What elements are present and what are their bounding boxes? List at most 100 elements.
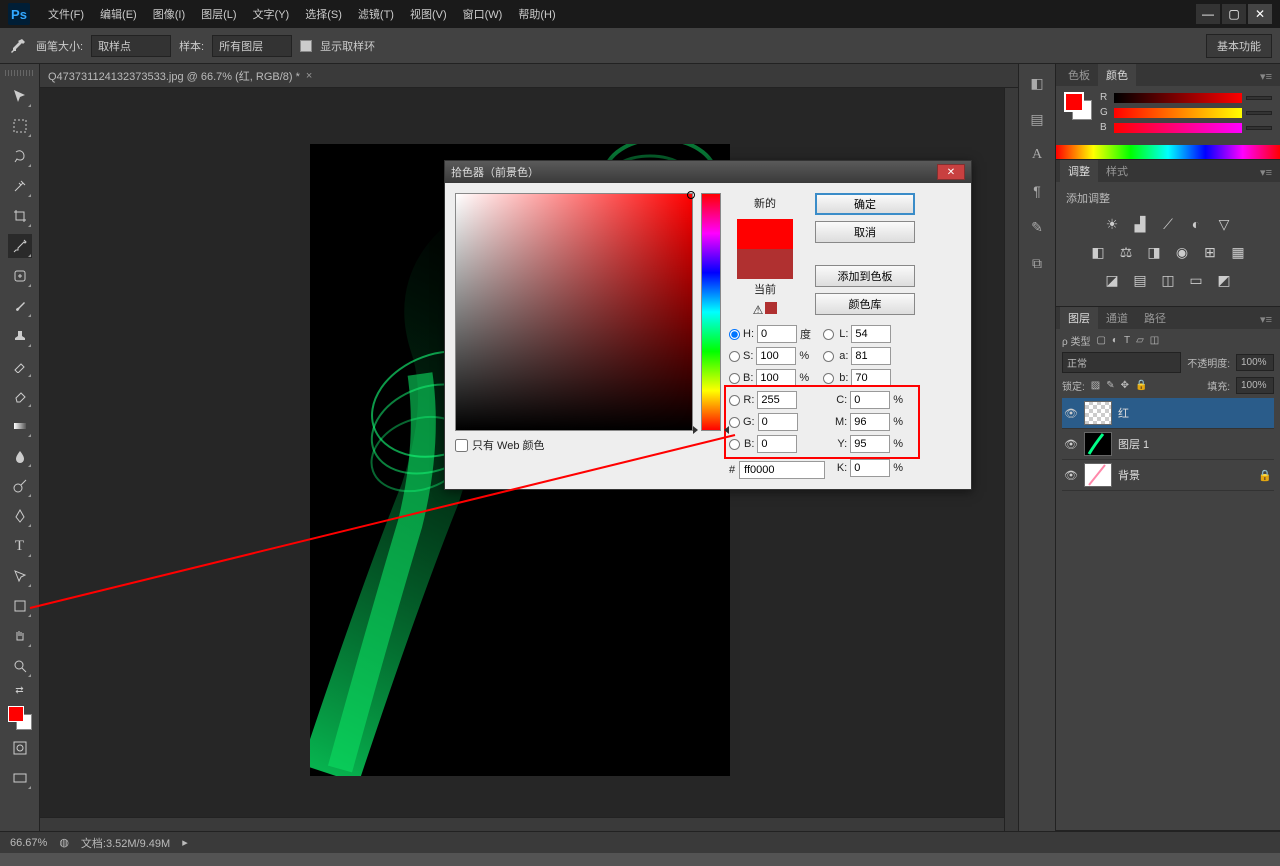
panel-menu-icon[interactable]: ▾≡ (1256, 310, 1276, 329)
panel-foreground[interactable] (1064, 92, 1084, 112)
gamut-warning-icon[interactable]: ⚠ (753, 303, 764, 317)
status-globe-icon[interactable]: ◍ (59, 836, 69, 849)
r-input[interactable] (757, 391, 797, 409)
layers-tab[interactable]: 图层 (1060, 307, 1098, 329)
visibility-icon[interactable]: 👁 (1064, 407, 1078, 420)
layer-name[interactable]: 图层 1 (1118, 436, 1149, 452)
l-input[interactable] (851, 325, 891, 343)
color-swatches[interactable] (8, 706, 32, 730)
lock-trans-icon[interactable]: ▨ (1091, 380, 1100, 391)
document-tab[interactable]: Q473731124132373533.jpg @ 66.7% (红, RGB/… (40, 64, 1018, 88)
opacity-value[interactable]: 100% (1236, 354, 1274, 371)
ok-button[interactable]: 确定 (815, 193, 915, 215)
b-value[interactable] (1246, 126, 1272, 130)
gamut-swatch[interactable] (765, 302, 777, 314)
crop-tool[interactable] (8, 204, 32, 228)
color-library-button[interactable]: 颜色库 (815, 293, 915, 315)
g-slider[interactable] (1114, 108, 1242, 118)
eraser-tool[interactable] (8, 384, 32, 408)
filter-shape-icon[interactable]: ▱ (1136, 335, 1144, 346)
clone-panel-icon[interactable]: ⧉ (1026, 252, 1048, 274)
pen-tool[interactable] (8, 504, 32, 528)
workspace-button[interactable]: 基本功能 (1206, 34, 1272, 58)
brush-size-select[interactable]: 取样点 (91, 35, 171, 57)
k-input[interactable] (850, 459, 890, 477)
paragraph-panel-icon[interactable]: ¶ (1026, 180, 1048, 202)
blend-mode-select[interactable]: 正常 (1062, 352, 1181, 373)
lasso-tool[interactable] (8, 144, 32, 168)
bc-radio[interactable] (729, 439, 740, 450)
g-input[interactable] (758, 413, 798, 431)
status-arrow-icon[interactable]: ▸ (182, 836, 188, 849)
close-button[interactable]: ✕ (1248, 4, 1272, 24)
visibility-icon[interactable]: 👁 (1064, 438, 1078, 451)
layer-row[interactable]: 👁 图层 1 (1062, 429, 1274, 460)
bv-radio[interactable] (729, 373, 740, 384)
menu-file[interactable]: 文件(F) (42, 4, 90, 24)
menu-layer[interactable]: 图层(L) (195, 4, 242, 24)
paths-tab[interactable]: 路径 (1136, 307, 1174, 329)
cancel-button[interactable]: 取消 (815, 221, 915, 243)
history-panel-icon[interactable]: ◧ (1026, 72, 1048, 94)
menu-edit[interactable]: 编辑(E) (94, 4, 143, 24)
filter-adjust-icon[interactable]: ◐ (1112, 335, 1118, 346)
actions-panel-icon[interactable]: ▤ (1026, 108, 1048, 130)
menu-image[interactable]: 图像(I) (147, 4, 191, 24)
blur-tool[interactable] (8, 444, 32, 468)
maximize-button[interactable]: ▢ (1222, 4, 1246, 24)
lookup-icon[interactable]: ▦ (1228, 242, 1248, 262)
menu-view[interactable]: 视图(V) (404, 4, 453, 24)
path-select-tool[interactable] (8, 564, 32, 588)
hue-icon[interactable]: ◧ (1088, 242, 1108, 262)
layer-row[interactable]: 👁 红 (1062, 398, 1274, 429)
layer-name[interactable]: 红 (1118, 405, 1129, 421)
doc-info[interactable]: 文档:3.52M/9.49M (81, 835, 170, 851)
r-slider[interactable] (1114, 93, 1242, 103)
hex-input[interactable] (739, 461, 825, 479)
lock-paint-icon[interactable]: ✎ (1106, 380, 1114, 391)
filter-pixel-icon[interactable]: ▢ (1096, 335, 1105, 346)
minimize-button[interactable]: — (1196, 4, 1220, 24)
add-swatch-button[interactable]: 添加到色板 (815, 265, 915, 287)
visibility-icon[interactable]: 👁 (1064, 469, 1078, 482)
g-value[interactable] (1246, 111, 1272, 115)
fill-value[interactable]: 100% (1236, 377, 1274, 394)
swap-colors-icon[interactable]: ⇄ (8, 684, 32, 696)
y-input[interactable] (850, 435, 890, 453)
levels-icon[interactable]: ▟ (1130, 214, 1150, 234)
show-ring-checkbox[interactable]: ✓ (300, 40, 312, 52)
c-input[interactable] (850, 391, 890, 409)
history-brush-tool[interactable] (8, 354, 32, 378)
layer-name[interactable]: 背景 (1118, 467, 1140, 483)
panel-menu-icon[interactable]: ▾≡ (1256, 163, 1276, 182)
menu-filter[interactable]: 滤镜(T) (352, 4, 400, 24)
colorbal-icon[interactable]: ⚖ (1116, 242, 1136, 262)
swatches-tab[interactable]: 色板 (1060, 64, 1098, 86)
bw-icon[interactable]: ◨ (1144, 242, 1164, 262)
marquee-tool[interactable] (8, 114, 32, 138)
zoom-tool[interactable] (8, 654, 32, 678)
toolbar-handle[interactable] (5, 70, 35, 76)
gradmap-icon[interactable]: ▭ (1186, 270, 1206, 290)
a-input[interactable] (851, 347, 891, 365)
s-input[interactable] (756, 347, 796, 365)
menu-select[interactable]: 选择(S) (299, 4, 348, 24)
a-radio[interactable] (823, 351, 834, 362)
curves-icon[interactable]: ⟋ (1158, 214, 1178, 234)
scrollbar-horizontal[interactable] (40, 817, 1004, 831)
filter-text-icon[interactable]: T (1124, 335, 1130, 346)
zoom-level[interactable]: 66.67% (10, 837, 47, 849)
photo-filter-icon[interactable]: ◉ (1172, 242, 1192, 262)
channels-tab[interactable]: 通道 (1098, 307, 1136, 329)
dialog-titlebar[interactable]: 拾色器（前景色） ✕ (445, 161, 971, 183)
dodge-tool[interactable] (8, 474, 32, 498)
text-tool[interactable]: T (8, 534, 32, 558)
lock-pos-icon[interactable]: ✥ (1121, 380, 1129, 391)
brush-tool[interactable] (8, 294, 32, 318)
adjustments-tab[interactable]: 调整 (1060, 160, 1098, 182)
selective-icon[interactable]: ◩ (1214, 270, 1234, 290)
color-field[interactable] (455, 193, 693, 431)
l-radio[interactable] (823, 329, 834, 340)
s-radio[interactable] (729, 351, 740, 362)
menu-help[interactable]: 帮助(H) (512, 4, 561, 24)
